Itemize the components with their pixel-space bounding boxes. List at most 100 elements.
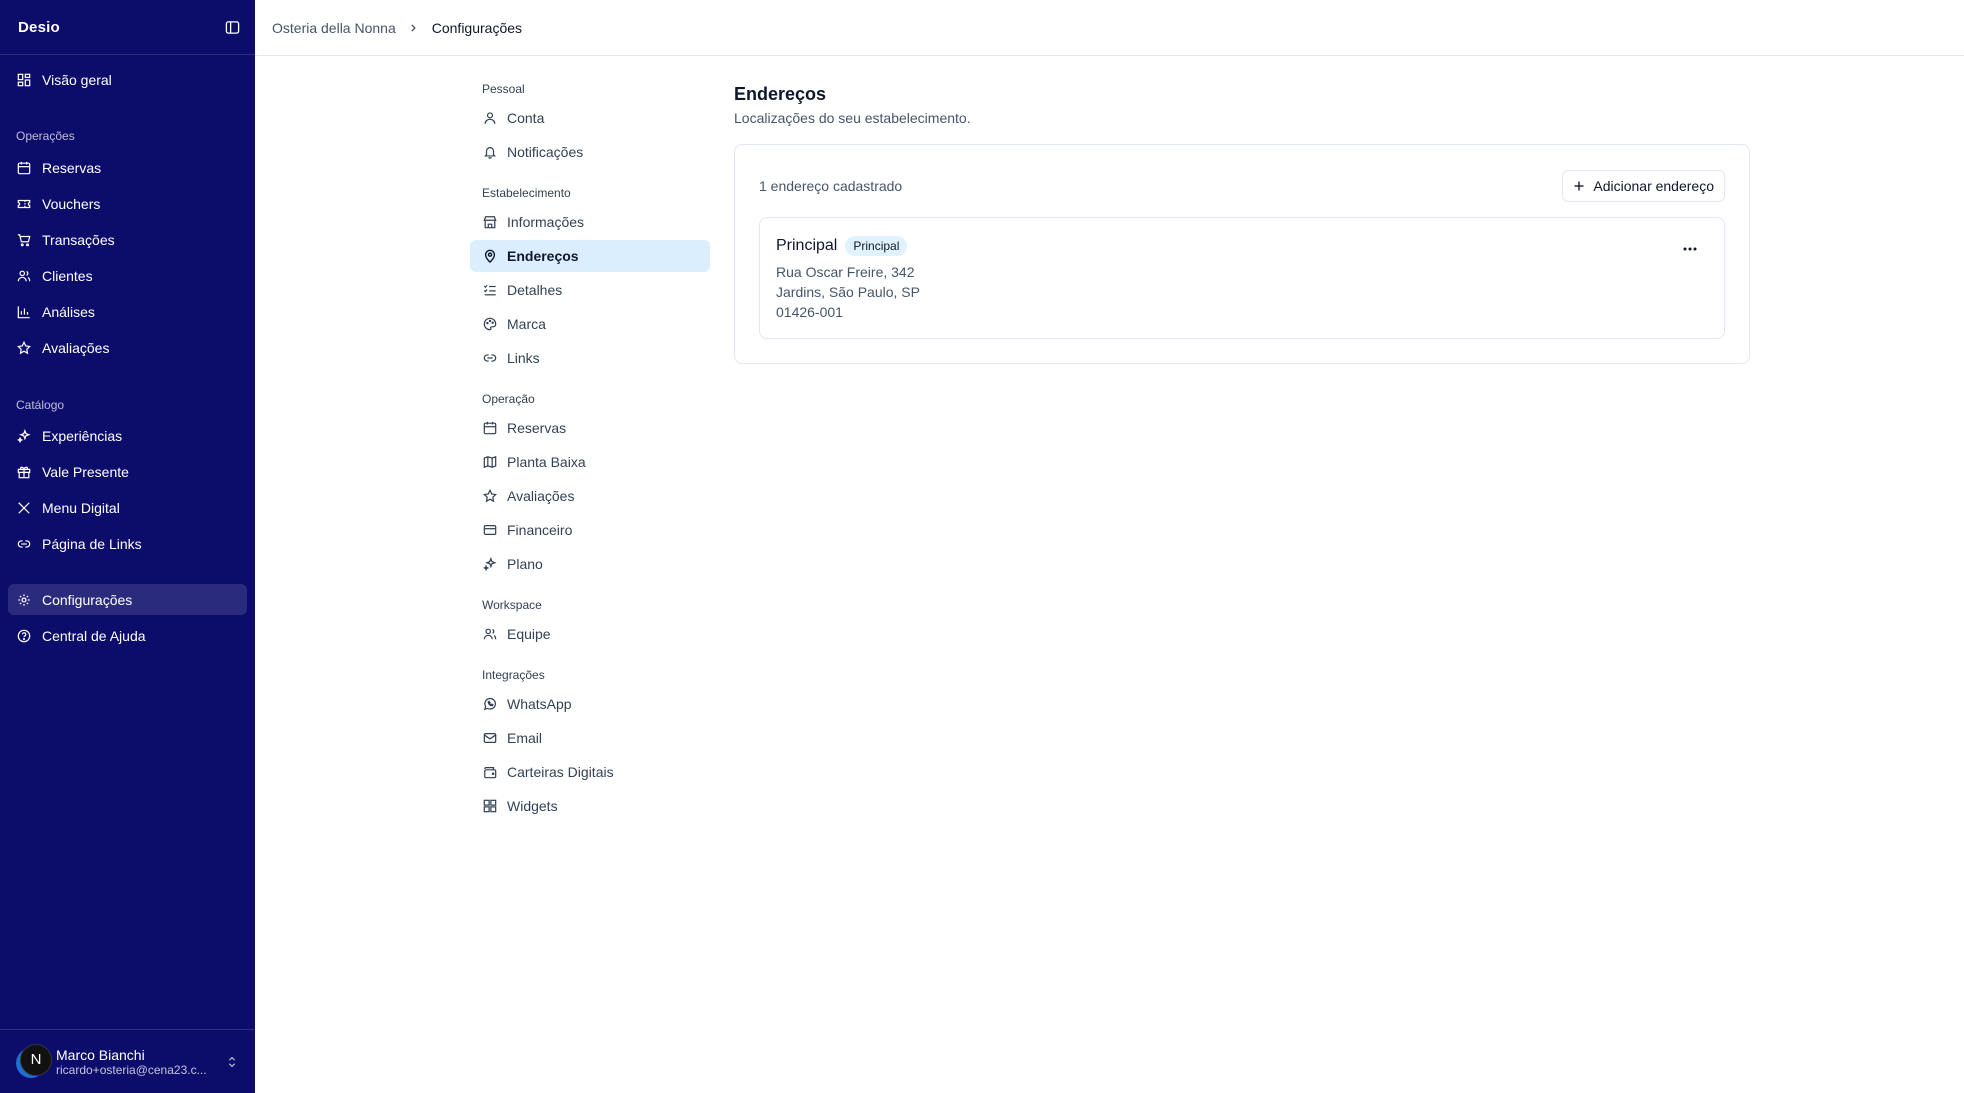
nav-item-overview[interactable]: Visão geral	[8, 64, 247, 95]
settings-item-equipe[interactable]: Equipe	[470, 618, 710, 650]
sidebar-header: Desio	[0, 0, 255, 55]
chevron-right-icon	[408, 22, 420, 34]
settings-item-label: Plano	[507, 556, 543, 572]
nav-item-label: Configurações	[42, 591, 133, 608]
calendar-icon	[482, 421, 497, 436]
settings-item-informacoes[interactable]: Informações	[470, 206, 710, 238]
store-icon	[482, 215, 497, 230]
sidebar-toggle-button[interactable]	[223, 18, 241, 36]
nav-item-reservas[interactable]: Reservas	[8, 152, 247, 183]
settings-item-label: Informações	[507, 214, 585, 230]
grid-icon	[482, 799, 497, 814]
nav-item-label: Central de Ajuda	[42, 627, 146, 644]
nav-item-clientes[interactable]: Clientes	[8, 260, 247, 291]
add-address-label: Adicionar endereço	[1593, 178, 1714, 194]
settings-item-email[interactable]: Email	[470, 722, 710, 754]
settings-section-workspace: Workspace	[482, 598, 542, 612]
nav-item-label: Análises	[42, 303, 95, 320]
nav-item-label: Clientes	[42, 267, 93, 284]
settings-item-carteiras-digitais[interactable]: Carteiras Digitais	[470, 756, 710, 788]
settings-item-enderecos[interactable]: Endereços	[470, 240, 710, 272]
wallet-icon	[482, 765, 497, 780]
bell-icon	[482, 145, 497, 160]
nav-item-analises[interactable]: Análises	[8, 296, 247, 327]
settings-item-label: Detalhes	[507, 282, 563, 298]
utensils-icon	[16, 500, 32, 516]
settings-item-planta-baixa[interactable]: Planta Baixa	[470, 446, 710, 478]
add-address-button[interactable]: Adicionar endereço	[1562, 170, 1725, 202]
nav-item-label: Visão geral	[42, 71, 112, 88]
mail-icon	[482, 731, 497, 746]
settings-item-label: Notificações	[507, 144, 584, 160]
nav-item-label: Vouchers	[42, 195, 101, 212]
address-line-street: Rua Oscar Freire, 342	[776, 264, 915, 280]
nav-item-vale-presente[interactable]: Vale Presente	[8, 456, 247, 487]
address-line-zip: 01426-001	[776, 304, 843, 320]
user-name: Marco Bianchi	[56, 1046, 145, 1063]
nav-item-label: Transações	[42, 231, 115, 248]
settings-item-label: Avaliações	[507, 488, 575, 504]
settings-item-label: Marca	[507, 316, 546, 332]
sparkles-icon	[482, 557, 497, 572]
primary-badge: Principal	[845, 236, 908, 256]
settings-item-widgets[interactable]: Widgets	[470, 790, 710, 822]
users-icon	[16, 268, 32, 284]
settings-item-links[interactable]: Links	[470, 342, 710, 374]
settings-item-label: Carteiras Digitais	[507, 764, 614, 780]
nav-item-configuracoes[interactable]: Configurações	[8, 584, 247, 615]
nav-item-central-ajuda[interactable]: Central de Ajuda	[8, 620, 247, 651]
gear-icon	[16, 592, 32, 608]
nav-item-experiencias[interactable]: Experiências	[8, 420, 247, 451]
settings-item-label: Email	[507, 730, 543, 746]
cart-icon	[16, 232, 32, 248]
nav-section-catalog: Catálogo	[16, 398, 65, 412]
star-icon	[482, 489, 497, 504]
settings-item-conta[interactable]: Conta	[470, 102, 710, 134]
panel-left-icon	[225, 20, 239, 34]
breadcrumb-link[interactable]: Osteria della Nonna	[272, 20, 396, 36]
settings-item-label: Equipe	[507, 626, 551, 642]
settings-item-reservas[interactable]: Reservas	[470, 412, 710, 444]
page-subtitle: Localizações do seu estabelecimento.	[734, 110, 971, 126]
users-icon	[482, 627, 497, 642]
settings-section-estabelecimento: Estabelecimento	[482, 186, 571, 200]
logo: Desio	[18, 18, 60, 36]
settings-item-label: WhatsApp	[507, 696, 572, 712]
sparkles-icon	[16, 428, 32, 444]
page-title: Endereços	[734, 84, 827, 104]
map-pin-icon	[482, 249, 497, 264]
breadcrumb-current: Configurações	[431, 19, 523, 36]
settings-section-operacao: Operação	[482, 392, 535, 406]
star-icon	[16, 340, 32, 356]
settings-item-label: Conta	[507, 110, 545, 126]
nav-item-label: Reservas	[42, 159, 102, 176]
settings-item-detalhes[interactable]: Detalhes	[470, 274, 710, 306]
link-icon	[482, 351, 497, 366]
user-menu[interactable]: N Marco Bianchi ricardo+osteria@cena23.c…	[0, 1029, 255, 1093]
nav-item-transacoes[interactable]: Transações	[8, 224, 247, 255]
settings-item-whatsapp[interactable]: WhatsApp	[470, 688, 710, 720]
nav-item-menu-digital[interactable]: Menu Digital	[8, 492, 247, 523]
ticket-icon	[16, 196, 32, 212]
whatsapp-icon	[482, 697, 497, 712]
address-name: Principal	[776, 237, 838, 254]
nav-item-avaliacoes[interactable]: Avaliações	[8, 332, 247, 363]
settings-item-marca[interactable]: Marca	[470, 308, 710, 340]
more-options-button[interactable]	[1680, 242, 1700, 256]
settings-item-avaliacoes[interactable]: Avaliações	[470, 480, 710, 512]
user-email: ricardo+osteria@cena23.c...	[56, 1062, 207, 1077]
top-bar: Osteria della Nonna Configurações	[255, 0, 1964, 56]
nav-item-pagina-links[interactable]: Página de Links	[8, 528, 247, 559]
sidebar: Desio Visão geral Operações Reservas Vou…	[0, 0, 255, 1093]
settings-item-plano[interactable]: Plano	[470, 548, 710, 580]
address-header: Principal Principal	[776, 236, 908, 256]
settings-item-label: Financeiro	[507, 522, 573, 538]
address-line-city: Jardins, São Paulo, SP	[776, 284, 920, 300]
user-info: Marco Bianchi ricardo+osteria@cena23.c..…	[56, 1047, 225, 1077]
settings-item-financeiro[interactable]: Financeiro	[470, 514, 710, 546]
nav-item-label: Vale Presente	[42, 463, 129, 480]
settings-item-notificacoes[interactable]: Notificações	[470, 136, 710, 168]
settings-item-label: Endereços	[507, 248, 579, 264]
addresses-panel: 1 endereço cadastrado Adicionar endereço…	[734, 144, 1750, 364]
nav-item-vouchers[interactable]: Vouchers	[8, 188, 247, 219]
